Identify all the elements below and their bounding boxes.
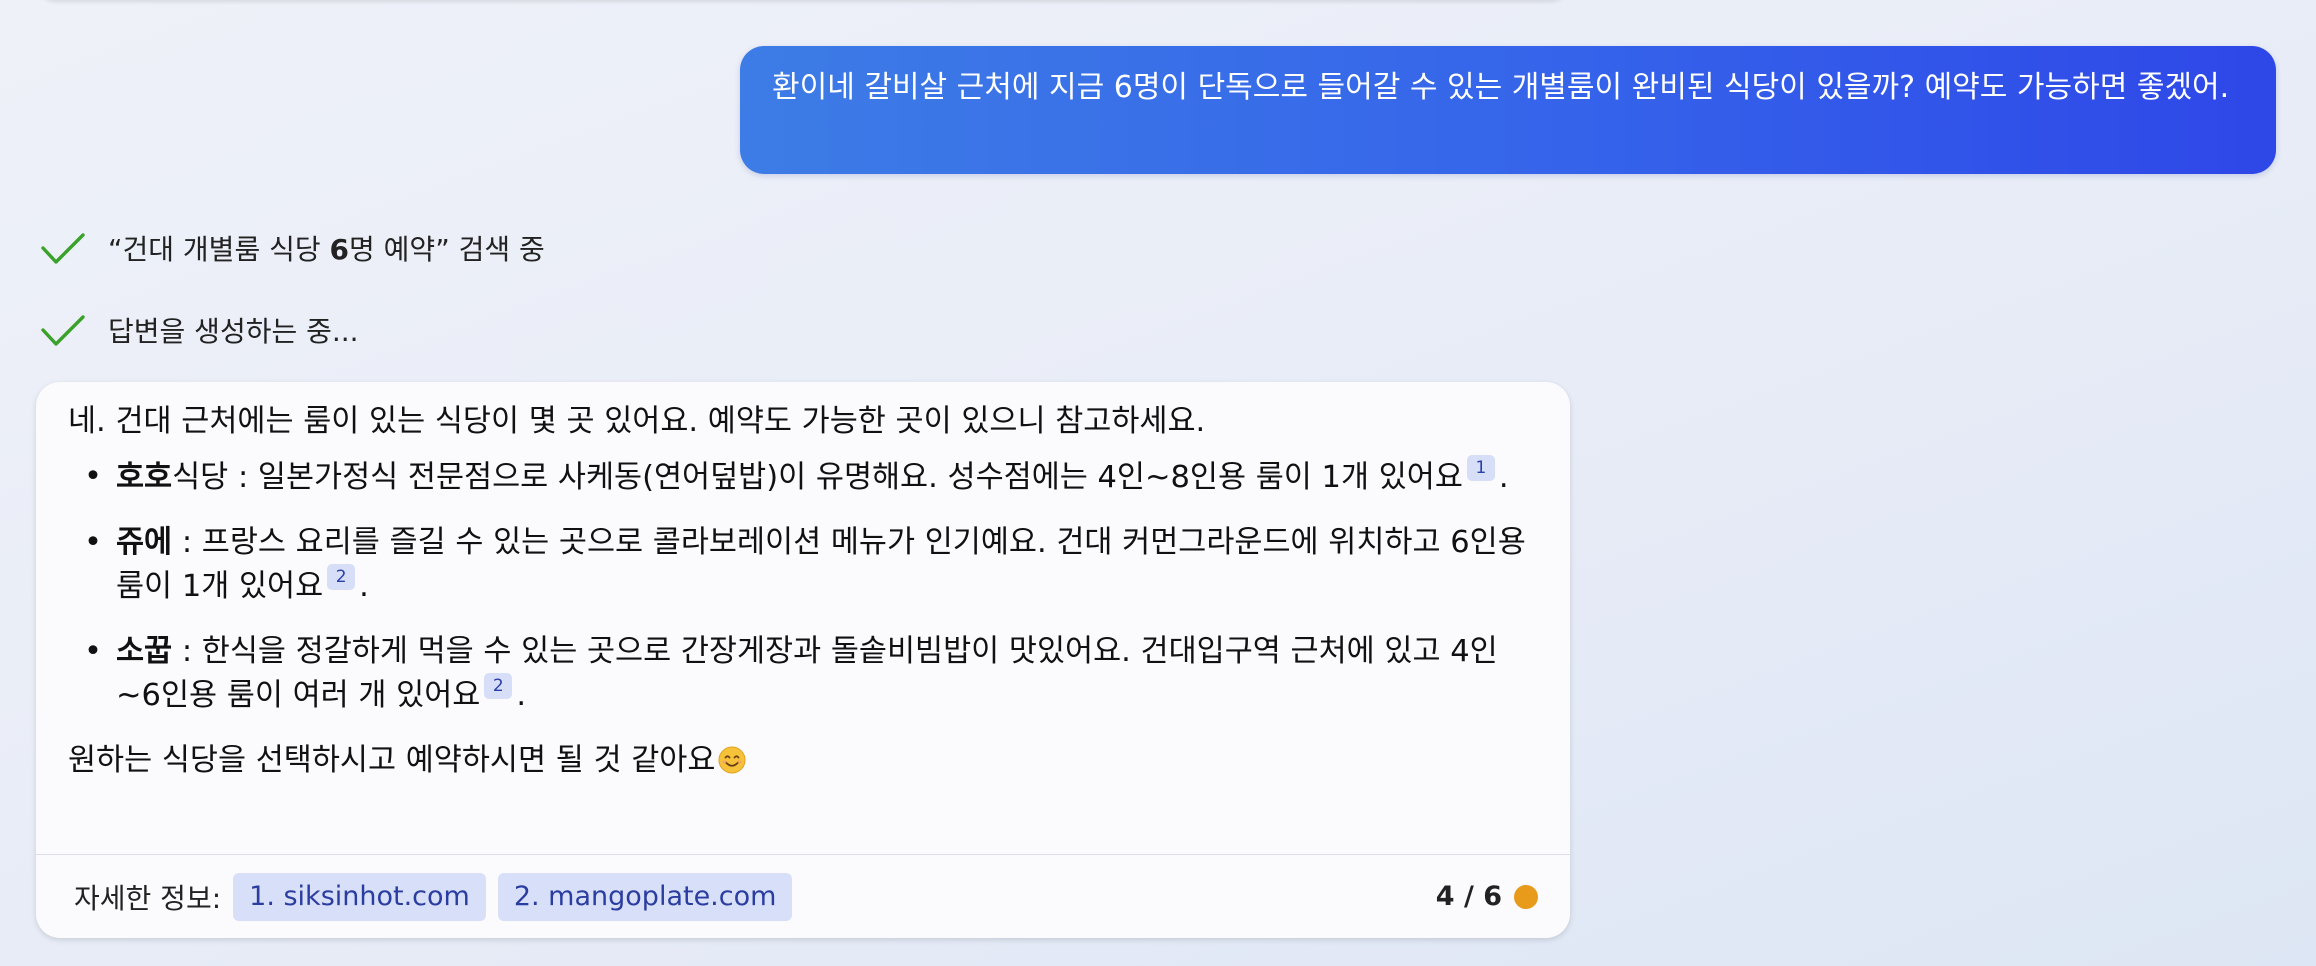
citation-badge[interactable]: 1: [1466, 455, 1495, 481]
restaurant-name: 소꿉: [116, 634, 173, 669]
answer-card: 네. 건대 근처에는 룸이 있는 식당이 몇 곳 있어요. 예약도 가능한 곳이…: [36, 382, 1570, 938]
sources-label: 자세한 정보:: [74, 881, 222, 915]
user-message-bubble: 환이네 갈비살 근처에 지금 6명이 단독으로 들어갈 수 있는 개별룸이 완비…: [740, 46, 2276, 174]
list-item: • 소꿉 : 한식을 정갈하게 먹을 수 있는 곳으로 간장게장과 돌솥비빔밥이…: [84, 634, 1498, 713]
checkmark-icon: [41, 315, 85, 346]
user-message-text: 환이네 갈비살 근처에 지금 6명이 단독으로 들어갈 수 있는 개별룸이 완비…: [772, 70, 2230, 105]
citation-badge[interactable]: 2: [484, 673, 513, 699]
smiling-face-emoji-icon: [718, 746, 746, 774]
checkmark-icon: [41, 233, 85, 264]
restaurant-name: 호호: [116, 460, 173, 495]
list-item: • 호호식당 : 일본가정식 전문점으로 사케동(연어덮밥)이 유명해요. 성수…: [68, 455, 1534, 499]
citation-badge[interactable]: 2: [327, 564, 356, 590]
search-status-text: “건대 개별룸 식당 6명 예약” 검색 중: [108, 233, 545, 266]
turn-counter: 4 / 6: [1435, 881, 1502, 912]
source-link-mangoplate[interactable]: 2. mangoplate.com: [497, 872, 793, 921]
list-item: • 쥬에 : 프랑스 요리를 즐길 수 있는 곳으로 콜라보레이션 메뉴가 인기…: [84, 525, 1526, 604]
generating-status-text: 답변을 생성하는 중...: [108, 315, 359, 348]
search-status-row: “건대 개별룸 식당 6명 예약” 검색 중: [40, 226, 545, 270]
source-link-siksinhot[interactable]: 1. siksinhot.com: [233, 872, 486, 921]
answer-intro: 네. 건대 근처에는 룸이 있는 식당이 몇 곳 있어요. 예약도 가능한 곳이…: [68, 404, 1206, 439]
generating-status-row: 답변을 생성하는 중...: [40, 308, 359, 352]
restaurant-name: 쥬에: [116, 525, 173, 560]
sources-footer: 자세한 정보: 1. siksinhot.com 2. mangoplate.c…: [36, 854, 1570, 938]
answer-outro: 원하는 식당을 선택하시고 예약하시면 될 것 같아요: [68, 739, 1534, 782]
restaurant-description: : 한식을 정갈하게 먹을 수 있는 곳으로 간장게장과 돌솥비빔밥이 맛있어요…: [116, 634, 1498, 713]
turn-indicator-dot: [1514, 884, 1538, 909]
restaurant-description: : 일본가정식 전문점으로 사케동(연어덮밥)이 유명해요. 성수점에는 4인~…: [228, 460, 1463, 495]
answer-body: 네. 건대 근처에는 룸이 있는 식당이 몇 곳 있어요. 예약도 가능한 곳이…: [36, 382, 1570, 782]
restaurant-list: • 호호식당 : 일본가정식 전문점으로 사케동(연어덮밥)이 유명해요. 성수…: [68, 455, 1534, 717]
